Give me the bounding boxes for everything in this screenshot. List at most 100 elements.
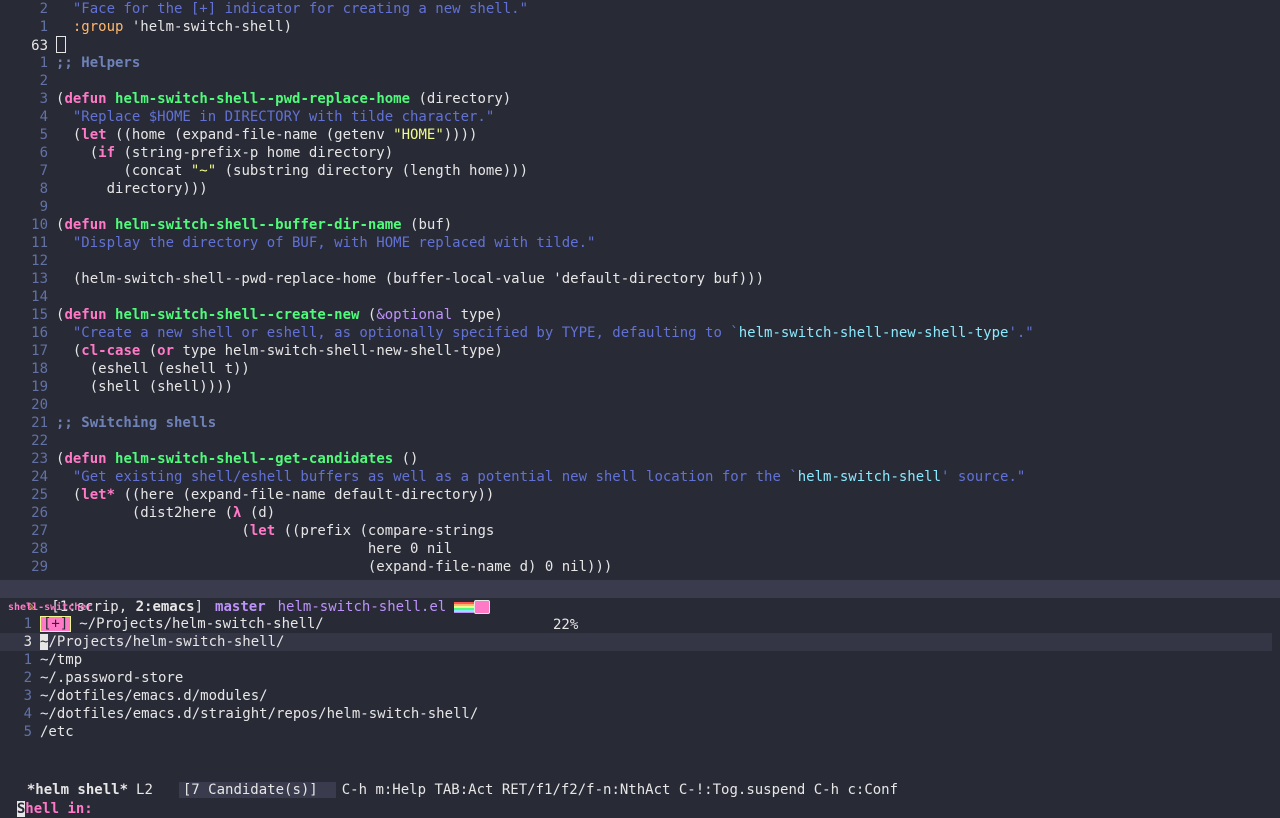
git-branch: master bbox=[215, 599, 266, 615]
helm-modeline: *helm shell* L2 [7 Candidate(s)] C-h m:Help… bbox=[0, 760, 1280, 798]
code-line[interactable]: 12 bbox=[0, 252, 1280, 270]
code-token: if bbox=[98, 145, 116, 161]
line-number: 2 bbox=[39, 1, 48, 17]
code-text: (defun helm-switch-shell--create-new (&o… bbox=[56, 307, 503, 323]
code-line[interactable]: 29 (expand-file-name d) 0 nil))) bbox=[0, 558, 1280, 576]
code-token: here 0 nil bbox=[56, 541, 453, 557]
code-token: :group bbox=[56, 19, 124, 35]
code-line[interactable]: 26 (dist2here (λ (d) bbox=[0, 504, 1280, 522]
code-token: () bbox=[393, 451, 419, 467]
code-line[interactable]: 4 "Replace $HOME in DIRECTORY with tilde… bbox=[0, 108, 1280, 126]
code-line[interactable]: 8 directory))) bbox=[0, 180, 1280, 198]
code-line[interactable]: 13 (helm-switch-shell--pwd-replace-home … bbox=[0, 270, 1280, 288]
line-number: 18 bbox=[31, 361, 48, 377]
code-token: let bbox=[249, 523, 276, 539]
code-line[interactable]: 24 "Get existing shell/eshell buffers as… bbox=[0, 468, 1280, 486]
code-token: helm-switch-shell--pwd-replace-home bbox=[115, 91, 411, 107]
code-token: "~" bbox=[190, 163, 217, 179]
candidate-line-number: 4 bbox=[23, 706, 32, 722]
line-number: 12 bbox=[31, 253, 48, 269]
code-line[interactable]: 10 (defun helm-switch-shell--buffer-dir-n… bbox=[0, 216, 1280, 234]
helm-candidate[interactable]: 4 ~/dotfiles/emacs.d/straight/repos/helm-… bbox=[0, 705, 1280, 723]
code-line[interactable]: 28 here 0 nil bbox=[0, 540, 1280, 558]
code-token: "Face for the [+] indicator for creating… bbox=[56, 1, 529, 17]
code-token: ' source." bbox=[941, 469, 1026, 485]
workspace-tab-emacs[interactable]: 2:emacs bbox=[136, 599, 195, 615]
helm-candidate[interactable]: 3 ~/Projects/helm-switch-shell/ bbox=[0, 633, 1272, 651]
helm-candidate[interactable]: 1 ~/tmp bbox=[0, 651, 1280, 669]
code-line[interactable]: 22 bbox=[0, 432, 1280, 450]
line-number: 11 bbox=[31, 235, 48, 251]
code-text: (cl-case (or type helm-switch-shell-new-… bbox=[56, 343, 503, 359]
code-token: defun bbox=[64, 217, 107, 233]
helm-candidate[interactable]: 5/etc bbox=[0, 723, 1280, 741]
code-line[interactable]: 9 bbox=[0, 198, 1280, 216]
code-text: (if (string-prefix-p home directory) bbox=[56, 145, 393, 161]
code-line[interactable]: 6 (if (string-prefix-p home directory) bbox=[0, 144, 1280, 162]
code-token: helm-switch-shell--buffer-dir-name bbox=[115, 217, 402, 233]
code-token: (string-prefix-p home directory) bbox=[115, 145, 394, 161]
line-number: 1 bbox=[39, 55, 48, 71]
code-line[interactable]: 2 "Face for the [+] indicator for creati… bbox=[0, 0, 1280, 18]
code-line[interactable]: 5 (let ((home (expand-file-name (getenv … bbox=[0, 126, 1280, 144]
code-line[interactable]: 15 (defun helm-switch-shell--create-new (… bbox=[0, 306, 1280, 324]
code-token: ;; Helpers bbox=[56, 55, 141, 71]
code-text: (eshell (eshell t)) bbox=[56, 361, 250, 377]
code-line[interactable]: 2 bbox=[0, 72, 1280, 90]
code-token: ( bbox=[56, 487, 82, 503]
minibuffer[interactable]: Shell in: bbox=[0, 782, 1280, 817]
code-line[interactable]: 11 "Display the directory of BUF, with H… bbox=[0, 234, 1280, 252]
code-line[interactable]: 23 (defun helm-switch-shell--get-candidat… bbox=[0, 450, 1280, 468]
line-number: 29 bbox=[31, 559, 48, 575]
code-line[interactable]: 27 (let ((prefix (compare-strings bbox=[0, 522, 1280, 540]
line-number: 27 bbox=[31, 523, 48, 539]
code-line[interactable]: 16 "Create a new shell or eshell, as opt… bbox=[0, 324, 1280, 342]
code-line[interactable]: 1 ;; Helpers bbox=[0, 54, 1280, 72]
code-line[interactable]: 18 (eshell (eshell t)) bbox=[0, 360, 1280, 378]
candidate-line-number: 3 bbox=[23, 688, 32, 704]
code-token: defun bbox=[64, 91, 107, 107]
code-token: helm-switch-shell--create-new bbox=[115, 307, 360, 323]
code-token: (dist2here ( bbox=[56, 505, 234, 521]
helm-candidate[interactable]: 2 ~/.password-store bbox=[0, 669, 1280, 687]
code-text: (expand-file-name d) 0 nil))) bbox=[56, 559, 612, 575]
candidate-line-number: 1 bbox=[23, 652, 32, 668]
line-number: 7 bbox=[39, 163, 48, 179]
code-text: (defun helm-switch-shell--get-candidates… bbox=[56, 451, 418, 467]
code-line[interactable]: 63 bbox=[0, 36, 1280, 54]
code-line[interactable]: 14 bbox=[0, 288, 1280, 306]
text-cursor bbox=[56, 36, 66, 53]
code-token: defun bbox=[64, 451, 107, 467]
minibuffer-prompt: hell in: bbox=[25, 801, 93, 817]
code-line[interactable]: 25 (let* ((here (expand-file-name defaul… bbox=[0, 486, 1280, 504]
helm-candidate[interactable]: 1 [+] ~/Projects/helm-switch-shell/ bbox=[0, 615, 1280, 633]
helm-candidate-list[interactable]: 1 [+] ~/Projects/helm-switch-shell/3 ~/Proj… bbox=[0, 615, 1280, 741]
code-token: ((home (expand-file-name (getenv bbox=[106, 127, 394, 143]
code-line[interactable]: 20 bbox=[0, 396, 1280, 414]
candidate-path: ~/Projects/helm-switch-shell/ bbox=[79, 616, 324, 632]
code-line[interactable]: 17 (cl-case (or type helm-switch-shell-n… bbox=[0, 342, 1280, 360]
code-token: helm-switch-shell-new-shell-type bbox=[738, 325, 1009, 341]
code-line[interactable]: 7 (concat "~" (substring directory (leng… bbox=[0, 162, 1280, 180]
helm-candidate[interactable]: 3 ~/dotfiles/emacs.d/modules/ bbox=[0, 687, 1280, 705]
line-number: 4 bbox=[39, 109, 48, 125]
candidate-line-number: 1 bbox=[23, 616, 32, 632]
code-line[interactable]: 19 (shell (shell)))) bbox=[0, 378, 1280, 396]
code-token: or bbox=[157, 343, 175, 359]
code-text: ;; Switching shells bbox=[56, 415, 216, 431]
code-token: helm-switch-shell bbox=[797, 469, 942, 485]
minibuffer-cursor: S bbox=[16, 801, 26, 817]
code-token: directory))) bbox=[56, 181, 208, 197]
line-number: 22 bbox=[31, 433, 48, 449]
code-token: (shell (shell)))) bbox=[56, 379, 234, 395]
code-editor[interactable]: 2 "Face for the [+] indicator for creati… bbox=[0, 0, 1280, 580]
code-line[interactable]: 21 ;; Switching shells bbox=[0, 414, 1280, 432]
line-number: 2 bbox=[39, 73, 48, 89]
code-line[interactable]: 1 :group 'helm-switch-shell) bbox=[0, 18, 1280, 36]
code-line[interactable]: 3 (defun helm-switch-shell--pwd-replace-h… bbox=[0, 90, 1280, 108]
line-number: 3 bbox=[39, 91, 48, 107]
code-token: ( bbox=[140, 343, 158, 359]
candidate-path: ~/.password-store bbox=[40, 670, 184, 686]
